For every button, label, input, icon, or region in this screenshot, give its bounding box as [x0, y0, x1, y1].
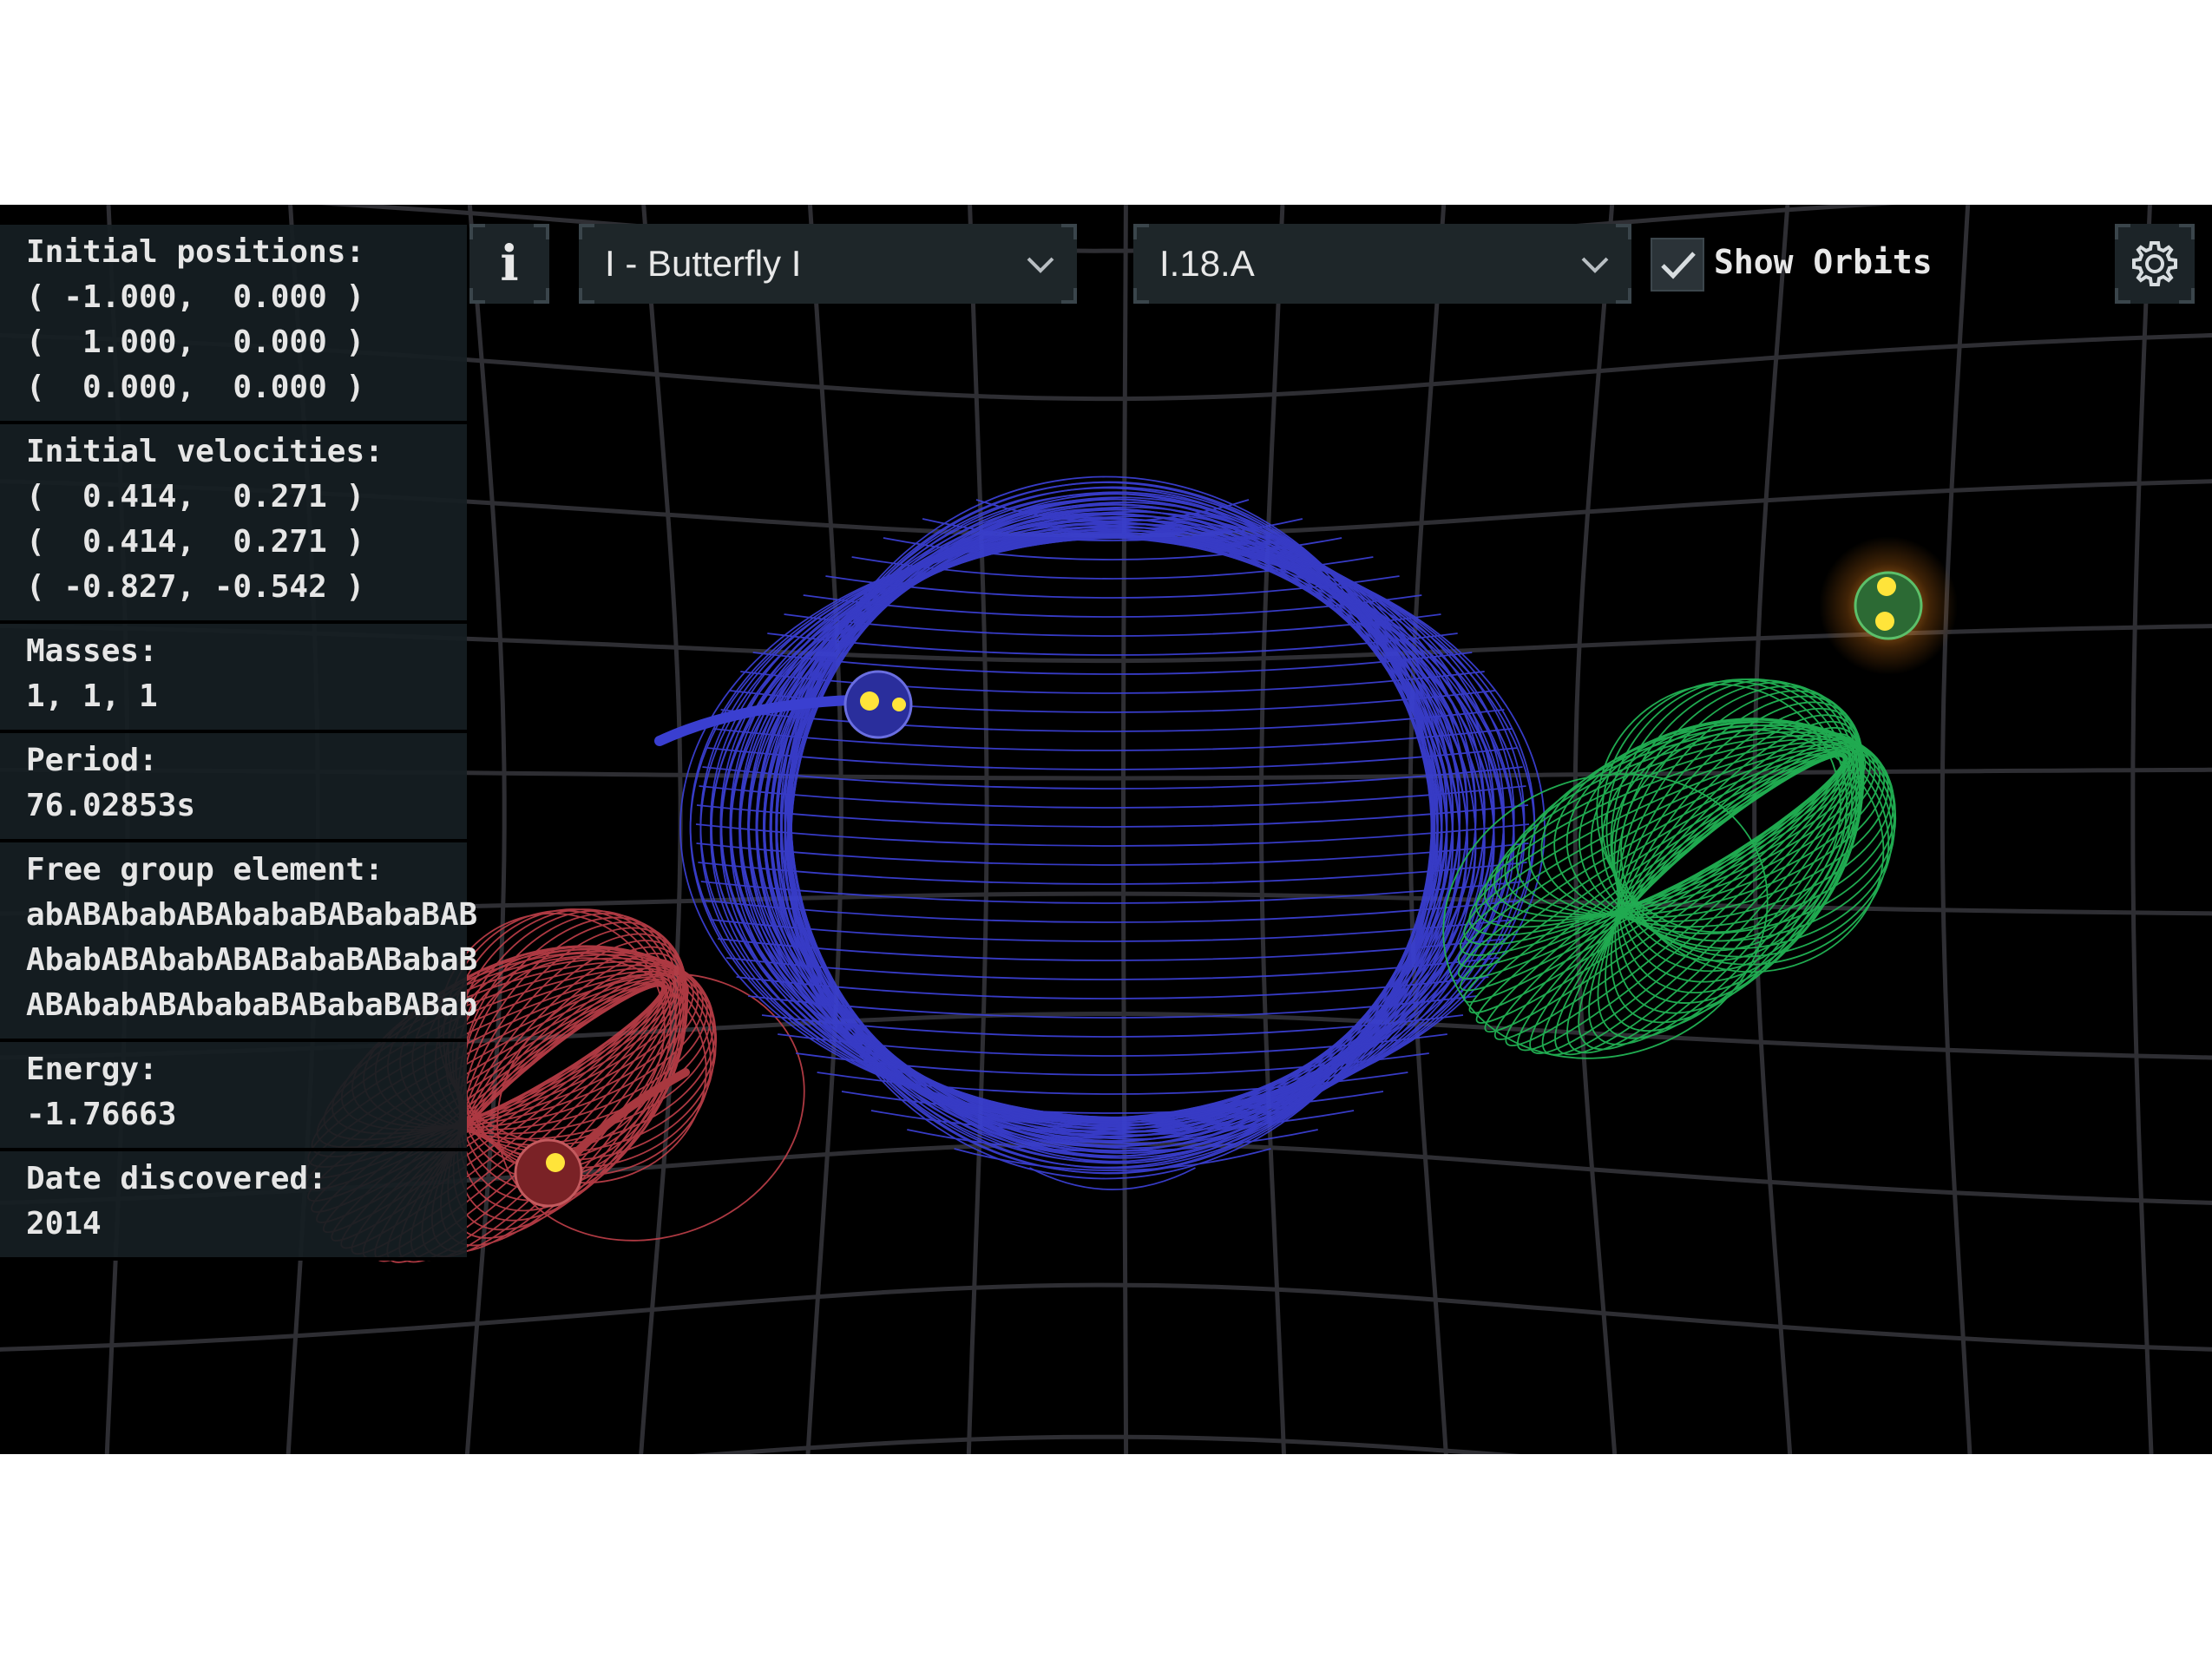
grid-line	[1121, 205, 1129, 1454]
initial-position-row: ( 1.000, 0.000 )	[26, 324, 365, 360]
masses-value: 1, 1, 1	[26, 678, 158, 714]
orbit-loop	[775, 512, 1435, 1157]
orbit-blue	[679, 475, 1546, 1190]
choreography-select-value: I - Butterfly I	[605, 243, 802, 284]
orbit-loop	[786, 498, 1433, 1174]
free-group-title: Free group element:	[26, 852, 384, 888]
simulation-app: Initial positions: ( -1.000, 0.000 ) ( 1…	[0, 205, 2212, 1454]
period-section: Period: 76.02853s	[0, 733, 467, 842]
masses-section: Masses: 1, 1, 1	[0, 624, 467, 733]
free-group-section: Free group element: abABAbabABAbabaBABab…	[0, 842, 478, 1042]
initial-positions-section: Initial positions: ( -1.000, 0.000 ) ( 1…	[0, 225, 467, 424]
free-group-row: ABAbabABAbabaBABabaBABab	[26, 987, 478, 1023]
initial-velocities-section: Initial velocities: ( 0.414, 0.271 ) ( 0…	[0, 424, 467, 624]
orbit-loop	[789, 493, 1434, 1180]
chevron-down-icon	[1581, 257, 1609, 273]
free-group-row: AbabABAbabABABabaBABabaB	[26, 942, 478, 978]
orbit-loop	[790, 503, 1439, 1170]
body-red[interactable]	[514, 1138, 583, 1208]
grid-line	[805, 205, 843, 1454]
body-green[interactable]	[1819, 536, 1958, 675]
grid-line	[2130, 205, 2154, 1454]
solution-select[interactable]: I.18.A	[1133, 224, 1631, 304]
settings-button[interactable]	[2115, 224, 2195, 304]
show-orbits-label: Show Orbits	[1714, 243, 1933, 281]
energy-title: Energy:	[26, 1052, 158, 1087]
date-title: Date discovered:	[26, 1161, 327, 1196]
initial-position-row: ( 0.000, 0.000 )	[26, 370, 365, 405]
info-button[interactable]: i	[469, 224, 549, 304]
gear-icon	[2132, 241, 2177, 286]
orbit-loop	[769, 503, 1439, 1139]
initial-velocity-row: ( -0.827, -0.542 )	[26, 569, 365, 605]
info-panel: Initial positions: ( -1.000, 0.000 ) ( 1…	[0, 225, 478, 1454]
period-title: Period:	[26, 743, 158, 778]
grid-line	[639, 205, 683, 1454]
checkmark-icon	[1661, 252, 1696, 279]
choreography-select[interactable]: I - Butterfly I	[579, 224, 1077, 304]
date-value: 2014	[26, 1206, 102, 1242]
free-group-row: abABAbabABAbabaBABabaBAB	[26, 897, 478, 933]
energy-value: -1.76663	[26, 1097, 177, 1132]
initial-positions-title: Initial positions:	[26, 234, 365, 270]
initial-position-row: ( -1.000, 0.000 )	[26, 279, 365, 315]
masses-title: Masses:	[26, 633, 158, 669]
period-value: 76.02853s	[26, 788, 196, 823]
energy-section: Energy: -1.76663	[0, 1042, 467, 1151]
grid-line	[966, 205, 989, 1454]
orbit-loop	[769, 516, 1439, 1152]
orbit-loop	[790, 498, 1436, 1175]
orbit-loop	[775, 498, 1435, 1144]
body-blue[interactable]	[843, 670, 913, 739]
initial-velocity-row: ( 0.414, 0.271 )	[26, 479, 365, 514]
initial-velocities-title: Initial velocities:	[26, 434, 384, 469]
orbit-loop	[787, 514, 1448, 1159]
info-icon: i	[500, 235, 519, 292]
solution-select-value: I.18.A	[1159, 243, 1255, 284]
orbit-loop	[784, 502, 1433, 1169]
chevron-down-icon	[1027, 257, 1054, 273]
date-section: Date discovered: 2014	[0, 1151, 467, 1261]
orbit-green	[1442, 678, 1897, 1059]
show-orbits-checkbox[interactable]	[1651, 238, 1704, 292]
initial-velocity-row: ( 0.414, 0.271 )	[26, 524, 365, 560]
grid-line	[1940, 205, 1972, 1454]
